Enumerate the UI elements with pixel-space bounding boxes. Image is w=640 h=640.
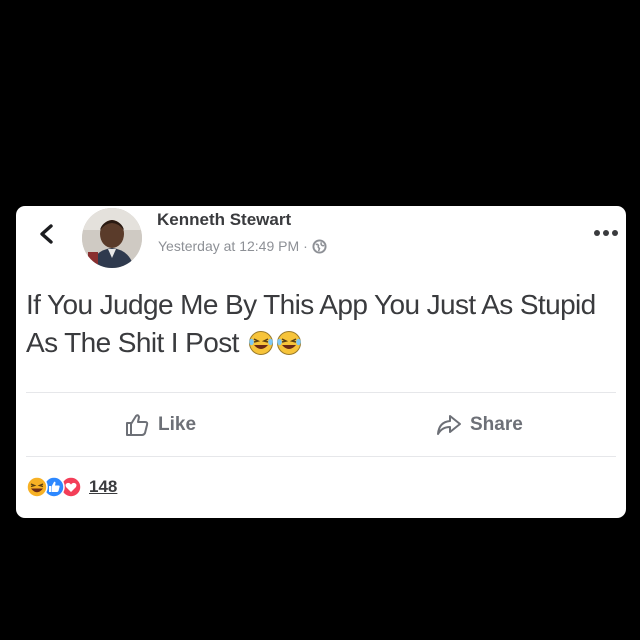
- meta-separator: ·: [303, 238, 308, 254]
- reaction-count[interactable]: 148: [89, 477, 117, 497]
- divider: [26, 392, 616, 393]
- share-label: Share: [470, 414, 523, 435]
- back-chevron-icon[interactable]: [36, 223, 58, 245]
- divider: [26, 456, 616, 457]
- laughing-tears-emoji-icon: [248, 331, 273, 355]
- thumbs-up-icon: [126, 414, 149, 436]
- post-meta: Yesterday at 12:49 PM ·: [158, 236, 327, 256]
- post-timestamp[interactable]: Yesterday at 12:49 PM: [158, 238, 299, 254]
- share-arrow-icon: [437, 415, 461, 435]
- post-card: Kenneth Stewart Yesterday at 12:49 PM · …: [16, 206, 626, 518]
- avatar-photo: [82, 208, 142, 268]
- laughing-tears-emoji-icon: [276, 331, 301, 355]
- post-text: If You Judge Me By This App You Just As …: [26, 286, 621, 362]
- reactions-summary[interactable]: 148: [26, 474, 117, 500]
- avatar[interactable]: [82, 208, 142, 268]
- haha-reaction-icon: [26, 476, 48, 498]
- share-button[interactable]: Share: [436, 408, 523, 442]
- more-options-icon[interactable]: [592, 228, 620, 238]
- globe-icon: [312, 238, 327, 254]
- post-body: If You Judge Me By This App You Just As …: [26, 289, 596, 358]
- author-name[interactable]: Kenneth Stewart: [157, 210, 291, 230]
- like-button[interactable]: Like: [124, 408, 196, 442]
- like-label: Like: [158, 414, 197, 435]
